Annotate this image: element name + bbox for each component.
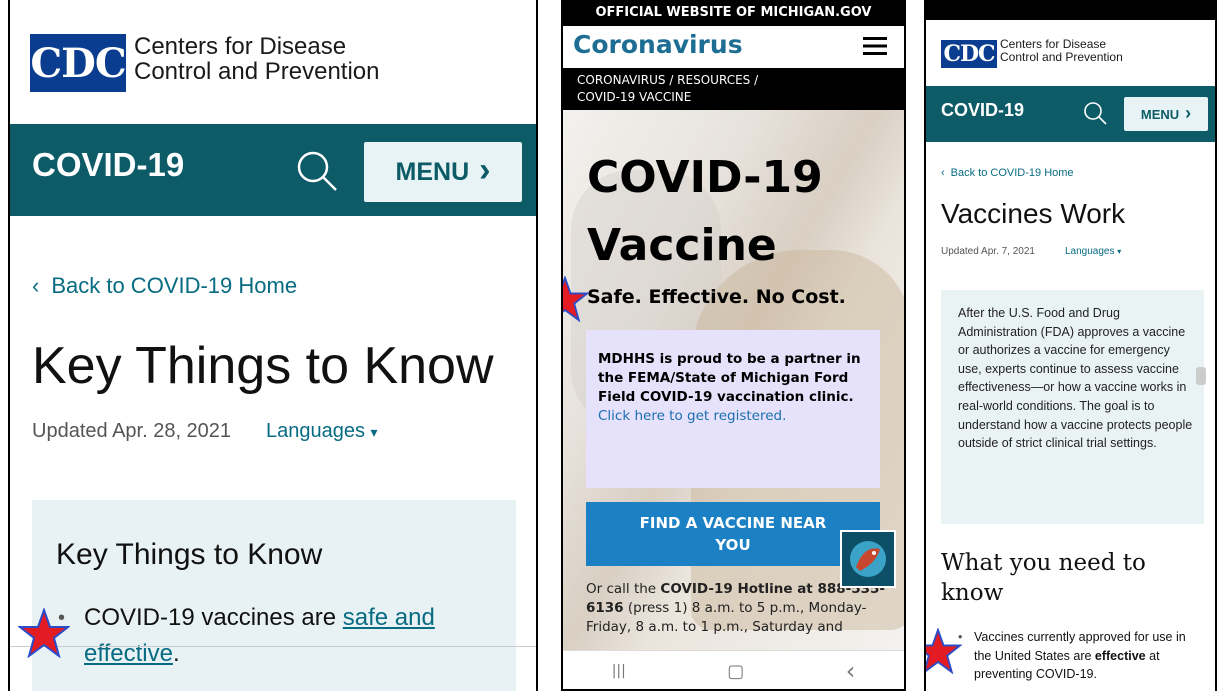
find-vaccine-label-2: YOU [715,536,751,554]
org-name-line2: Control and Prevention [134,58,380,86]
section-title[interactable]: COVID-19 [941,100,1024,121]
list-item: • COVID-19 vaccines are safe and effecti… [58,600,435,672]
languages-label: Languages [266,420,365,442]
callout-heading: Key Things to Know [56,538,323,571]
star-marker-icon [924,628,962,674]
chat-bot-icon[interactable] [840,530,896,588]
list-item: • Vaccines currently approved for use in… [958,628,1206,684]
safe-effective-link-cont[interactable]: effective [84,640,173,667]
hero-title-line1: COVID-19 [587,152,823,203]
section-heading-line1: What you need to [941,550,1146,576]
find-vaccine-label-1: FIND A VACCINE NEAR [639,514,827,532]
hotline-pre: Or call the [586,581,661,597]
org-name: Centers for Disease Control and Preventi… [1000,38,1123,63]
updated-date: Updated Apr. 28, 2021 [32,420,232,442]
chevron-left-icon: ‹ [941,167,945,179]
section-heading: What you need to know [941,548,1146,608]
chevron-left-icon: ‹ [32,273,40,298]
site-title[interactable]: Coronavirus [573,30,743,59]
star-marker-icon [561,276,589,322]
menu-button[interactable]: MENU › [364,142,522,202]
section-title[interactable]: COVID-19 [32,146,184,184]
cdc-key-things-screenshot: CDC Centers for Disease Control and Prev… [0,0,540,691]
page-title: Key Things to Know [32,337,494,395]
section-heading-line2: know [941,580,1004,606]
effectiveness-callout: After the U.S. Food and Drug Administrat… [941,290,1204,524]
bullet-bold: effective [1094,648,1146,663]
scrollbar-thumb[interactable] [1196,367,1206,385]
breadcrumb: CORONAVIRUS / RESOURCES / COVID-19 VACCI… [561,68,906,110]
languages-dropdown[interactable]: Languages ▾ [1065,246,1121,257]
notice-body: MDHHS is proud to be a partner in the FE… [598,350,874,426]
search-icon[interactable] [1082,100,1108,126]
recent-apps-icon[interactable]: ||| [612,663,626,679]
menu-label: MENU [1140,106,1180,122]
back-link[interactable]: ‹ Back to COVID-19 Home [941,167,1074,179]
android-nav-bar: ||| ▢ ‹ [561,650,906,691]
star-marker-icon [18,608,70,658]
back-link-label: Back to COVID-19 Home [51,273,298,298]
site-header: Coronavirus [561,26,906,68]
notice-text: MDHHS is proud to be a partner in the FE… [598,351,861,405]
hamburger-icon[interactable] [863,36,887,56]
org-name: Centers for Disease Control and Preventi… [134,33,380,86]
bullet-text: COVID-19 vaccines are [84,604,343,631]
back-link[interactable]: ‹ Back to COVID-19 Home [32,273,297,299]
languages-label: Languages [1065,246,1115,257]
org-name-line2: Control and Prevention [1000,49,1123,64]
callout-text: After the U.S. Food and Drug Administrat… [958,306,1193,451]
find-vaccine-button[interactable]: FIND A VACCINE NEAR YOU [586,502,880,566]
cdc-logo[interactable]: CDC [30,34,127,92]
back-link-label: Back to COVID-19 Home [950,167,1074,179]
caret-down-icon: ▾ [1117,247,1122,256]
key-things-callout: Key Things to Know • COVID-19 vaccines a… [32,500,516,691]
updated-date: Updated Apr. 7, 2021 [941,246,1035,257]
org-name-line1: Centers for Disease [1000,37,1107,51]
hero-title-line2: Vaccine [587,220,777,271]
michigan-vaccine-screenshot: OFFICIAL WEBSITE OF MICHIGAN.GOV Coronav… [561,0,906,691]
bullet-end: . [172,640,180,667]
menu-label: MENU [395,157,470,186]
search-icon[interactable] [294,148,340,194]
safe-effective-link[interactable]: safe and [343,604,435,631]
status-bar [924,0,1217,20]
hotline-text: Or call the COVID-19 Hotline at 888-535-… [586,580,886,637]
official-banner: OFFICIAL WEBSITE OF MICHIGAN.GOV [561,0,906,26]
chevron-right-icon: › [479,150,491,189]
back-icon[interactable]: ‹ [846,657,856,685]
breadcrumb-line1[interactable]: CORONAVIRUS / RESOURCES / [577,72,906,89]
caret-down-icon: ▾ [370,424,378,440]
cdc-logo[interactable]: CDC [941,40,997,68]
bird-icon [850,541,886,577]
cdc-vaccines-work-screenshot: CDC Centers for Disease Control and Prev… [924,0,1217,691]
ford-field-notice: MDHHS is proud to be a partner in the FE… [586,330,880,488]
org-name-line1: Centers for Disease [134,33,347,60]
divider [8,646,538,647]
chevron-right-icon: › [1185,102,1192,123]
hotline-post: (press 1) 8 a.m. to 5 p.m., Monday-Frida… [586,600,867,635]
breadcrumb-line2[interactable]: COVID-19 VACCINE [577,89,906,106]
menu-button[interactable]: MENU › [1124,97,1208,131]
page-title: Vaccines Work [941,198,1126,229]
home-icon[interactable]: ▢ [727,661,744,682]
tagline: Safe. Effective. No Cost. [587,286,846,308]
languages-dropdown[interactable]: Languages ▾ [266,420,378,443]
register-link[interactable]: Click here to get registered. [598,407,874,426]
